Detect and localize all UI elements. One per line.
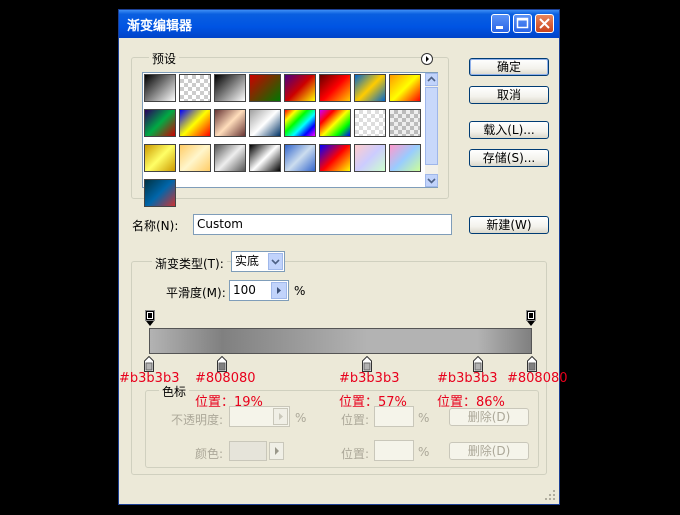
opacity-label: 不透明度: bbox=[171, 413, 224, 427]
smoothness-slider-button[interactable] bbox=[271, 282, 287, 299]
ok-button[interactable]: 确定 bbox=[469, 58, 549, 76]
color-position-input[interactable] bbox=[374, 440, 414, 461]
gradient-type-label: 渐变类型(T): bbox=[152, 255, 227, 272]
name-label: 名称(N): bbox=[132, 219, 179, 233]
delete-color-stop-button[interactable]: 删除(D) bbox=[449, 442, 529, 460]
close-button[interactable] bbox=[535, 14, 554, 33]
preset-swatch[interactable] bbox=[249, 144, 281, 172]
resize-grip-icon[interactable] bbox=[543, 488, 557, 502]
color-label: 颜色: bbox=[195, 447, 224, 461]
arrow-right-icon bbox=[277, 287, 281, 294]
color-stop-icon bbox=[216, 355, 227, 372]
preset-swatch[interactable] bbox=[319, 109, 351, 137]
preset-swatch[interactable] bbox=[284, 74, 316, 102]
preset-swatch[interactable] bbox=[284, 109, 316, 137]
smoothness-unit: % bbox=[294, 284, 306, 298]
opacity-position-label: 位置: bbox=[341, 413, 370, 427]
gradient-type-select[interactable]: 实底 bbox=[231, 251, 285, 272]
color-stop[interactable] bbox=[362, 355, 373, 375]
window-title: 渐变编辑器 bbox=[127, 19, 193, 34]
opacity-position-unit: % bbox=[418, 411, 430, 425]
preset-swatch[interactable] bbox=[354, 109, 386, 137]
preset-swatch[interactable] bbox=[214, 74, 246, 102]
preset-swatch[interactable] bbox=[144, 109, 176, 137]
opacity-stop-left[interactable] bbox=[145, 310, 155, 327]
stops-label: 色标 bbox=[159, 383, 190, 400]
name-input[interactable]: Custom bbox=[193, 214, 452, 235]
color-stop[interactable] bbox=[527, 355, 537, 375]
preset-swatch[interactable] bbox=[284, 144, 316, 172]
minimize-icon bbox=[496, 26, 503, 29]
preset-swatch[interactable] bbox=[144, 144, 176, 172]
preset-swatch[interactable] bbox=[179, 109, 211, 137]
gradient-editor-window: 渐变编辑器 预设 确定 取消 载入(L)... 存储(S)... 名称(N): … bbox=[118, 9, 568, 505]
opacity-stop-icon bbox=[145, 310, 155, 326]
opacity-stop-icon bbox=[526, 310, 536, 326]
opacity-slider-button[interactable] bbox=[273, 408, 288, 425]
preset-swatch[interactable] bbox=[144, 74, 176, 102]
presets-scrollbar[interactable] bbox=[425, 73, 438, 187]
minimize-button[interactable] bbox=[491, 14, 510, 33]
close-icon bbox=[539, 18, 550, 29]
preset-swatch[interactable] bbox=[354, 144, 386, 172]
preset-swatch[interactable] bbox=[319, 144, 351, 172]
preset-swatch[interactable] bbox=[179, 74, 211, 102]
scroll-up-button[interactable] bbox=[425, 73, 438, 86]
cancel-button[interactable]: 取消 bbox=[469, 86, 549, 104]
smoothness-value: 100 bbox=[233, 283, 256, 297]
preset-swatch[interactable] bbox=[354, 74, 386, 102]
color-swatch[interactable] bbox=[229, 441, 267, 461]
scroll-down-button[interactable] bbox=[425, 174, 438, 187]
opacity-unit: % bbox=[295, 411, 307, 425]
preset-swatch[interactable] bbox=[389, 144, 421, 172]
color-stop[interactable] bbox=[216, 355, 227, 375]
arrow-right-icon bbox=[426, 56, 429, 62]
presets-label: 预设 bbox=[149, 50, 180, 67]
chevron-down-icon bbox=[427, 178, 436, 184]
color-stop[interactable] bbox=[473, 355, 484, 375]
save-button[interactable]: 存储(S)... bbox=[469, 149, 549, 167]
chevron-down-icon bbox=[271, 259, 280, 265]
preset-swatch[interactable] bbox=[179, 144, 211, 172]
opacity-position-input[interactable] bbox=[374, 406, 414, 427]
smoothness-label: 平滑度(M): bbox=[166, 286, 226, 300]
presets-menu-button[interactable] bbox=[421, 53, 433, 65]
preset-swatch[interactable] bbox=[389, 74, 421, 102]
new-button[interactable]: 新建(W) bbox=[469, 216, 549, 234]
preset-swatch[interactable] bbox=[144, 179, 176, 207]
color-menu-button[interactable] bbox=[269, 442, 284, 460]
color-stop-icon bbox=[144, 355, 154, 372]
opacity-stop-right[interactable] bbox=[526, 310, 536, 327]
load-button[interactable]: 载入(L)... bbox=[469, 121, 549, 139]
color-stop-icon bbox=[527, 355, 537, 372]
title-bar[interactable]: 渐变编辑器 bbox=[119, 10, 559, 38]
dropdown-button[interactable] bbox=[268, 253, 283, 270]
preset-swatch[interactable] bbox=[389, 109, 421, 137]
gradient-type-value: 实底 bbox=[235, 254, 260, 268]
gradient-preview-bar[interactable] bbox=[149, 328, 532, 354]
maximize-button[interactable] bbox=[513, 14, 532, 33]
presets-list[interactable] bbox=[142, 72, 438, 207]
maximize-icon bbox=[516, 17, 529, 29]
color-position-label: 位置: bbox=[341, 447, 370, 461]
preset-swatch[interactable] bbox=[249, 109, 281, 137]
preset-swatch[interactable] bbox=[214, 144, 246, 172]
preset-swatches bbox=[144, 74, 424, 207]
arrow-right-icon bbox=[279, 413, 283, 420]
delete-opacity-stop-button[interactable]: 删除(D) bbox=[449, 408, 529, 426]
scroll-thumb[interactable] bbox=[425, 87, 438, 165]
color-stop-icon bbox=[362, 355, 373, 372]
color-stop-icon bbox=[473, 355, 484, 372]
color-stop[interactable] bbox=[144, 355, 154, 375]
arrow-right-icon bbox=[275, 447, 279, 455]
preset-swatch[interactable] bbox=[319, 74, 351, 102]
opacity-input[interactable] bbox=[229, 406, 290, 427]
smoothness-input[interactable]: 100 bbox=[229, 280, 289, 301]
color-position-unit: % bbox=[418, 445, 430, 459]
preset-swatch[interactable] bbox=[249, 74, 281, 102]
chevron-up-icon bbox=[427, 76, 436, 82]
preset-swatch[interactable] bbox=[214, 109, 246, 137]
